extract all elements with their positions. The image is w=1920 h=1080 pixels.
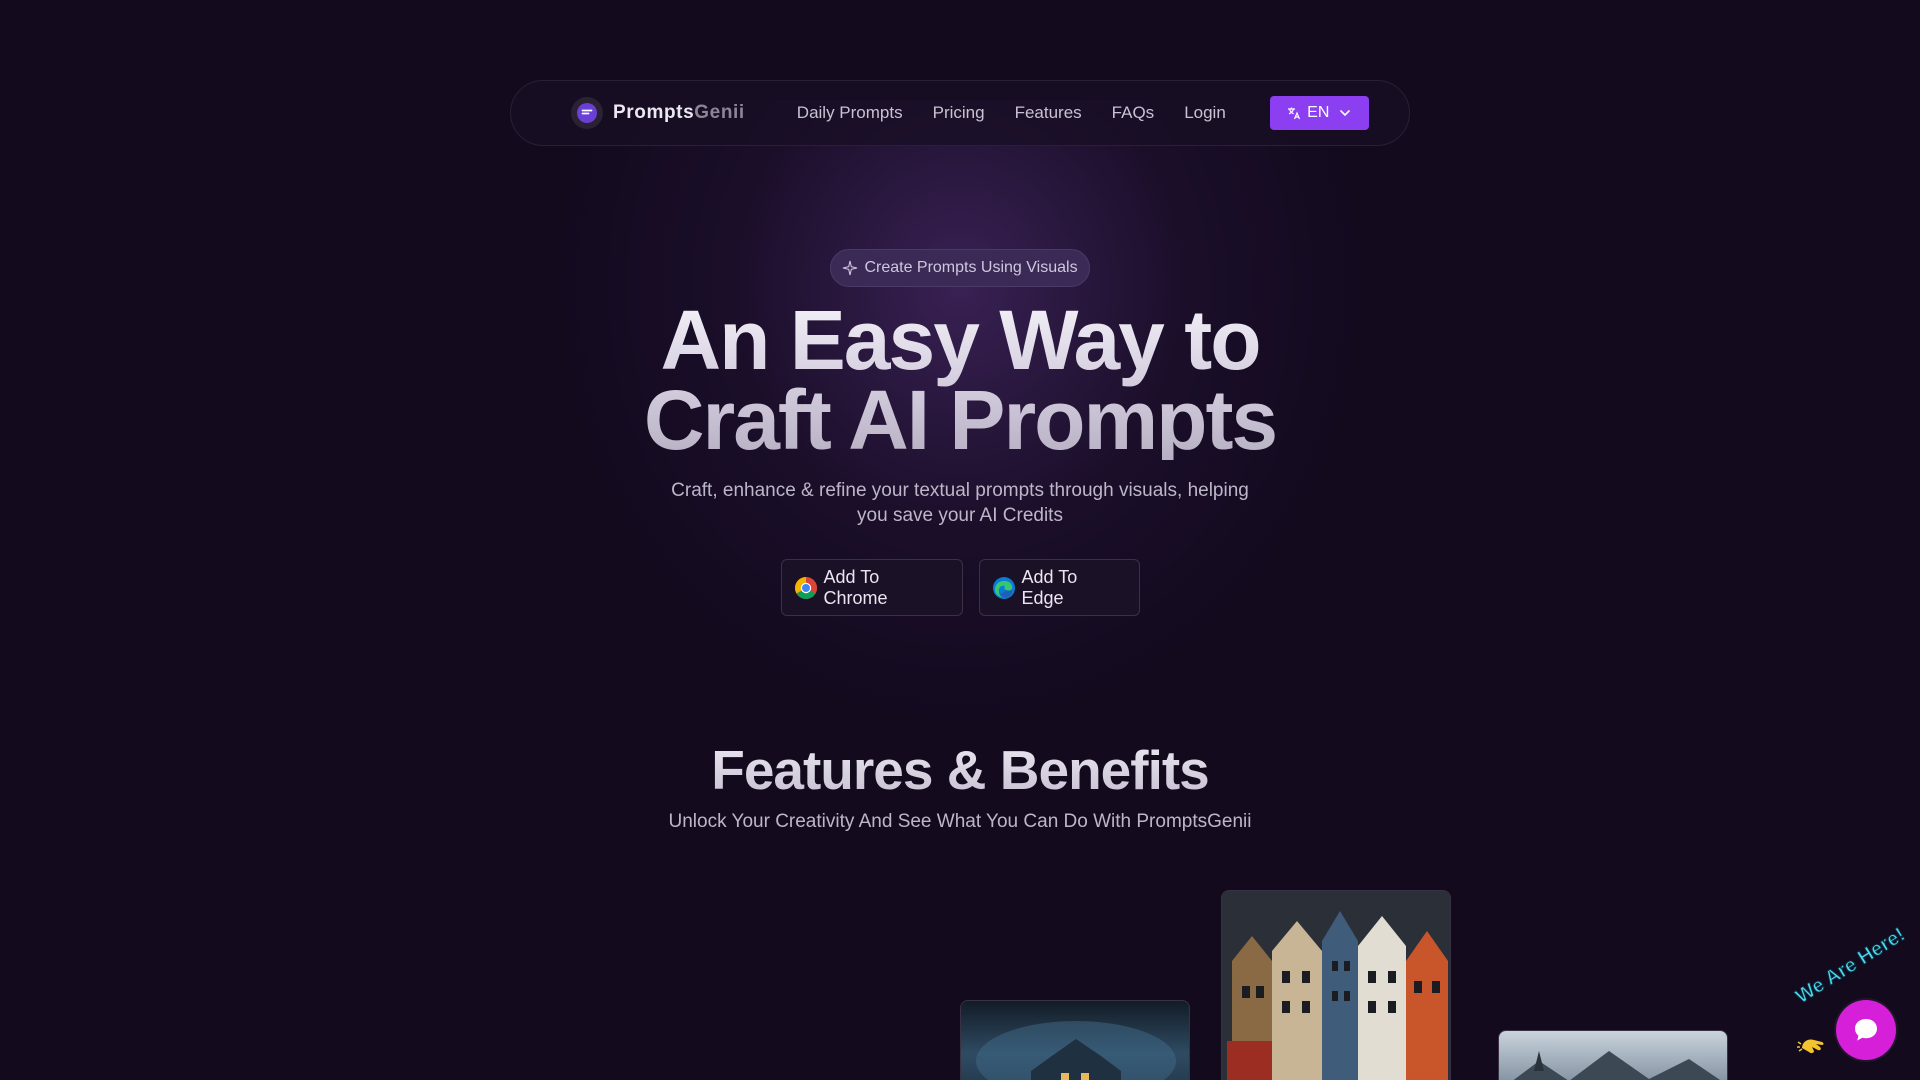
add-to-edge-label: Add To Edge — [1021, 566, 1078, 608]
features-title: Features & Benefits — [560, 738, 1360, 802]
hero-title-line2: Craft AI Prompts — [643, 373, 1277, 467]
features-subtitle: Unlock Your Creativity And See What You … — [668, 811, 1252, 832]
feature-image-card-buildings[interactable] — [1221, 890, 1451, 1080]
hero-subtitle-line2: you save your AI Credits — [857, 505, 1063, 526]
add-to-edge-button[interactable]: Add To Edge — [978, 559, 1140, 616]
chat-tagline: We Are Here! — [1791, 923, 1910, 1009]
edge-icon — [992, 576, 1016, 600]
translate-icon — [1287, 106, 1301, 120]
brand-name-part2: Genii — [694, 102, 745, 123]
hero-badge: Create Prompts Using Visuals — [830, 249, 1090, 287]
landscape-illustration — [1513, 1051, 1721, 1080]
chat-bubble-icon — [571, 97, 603, 129]
hero-subtitle: Craft, enhance & refine your textual pro… — [560, 478, 1360, 528]
feature-image-card-landscape[interactable] — [1498, 1030, 1728, 1080]
sparkle-icon — [842, 260, 858, 276]
feature-image-card-house[interactable] — [960, 1000, 1190, 1080]
nav-links: Daily Prompts Pricing Features FAQs Logi… — [797, 103, 1256, 123]
page: PromptsGenii Daily Prompts Pricing Featu… — [0, 0, 1920, 1080]
brand-logo-link[interactable]: PromptsGenii — [571, 97, 745, 129]
nav-link-features[interactable]: Features — [1015, 103, 1082, 123]
navbar: PromptsGenii Daily Prompts Pricing Featu… — [510, 80, 1410, 146]
hero-subtitle-line1: Craft, enhance & refine your textual pro… — [671, 480, 1249, 501]
nav-link-login[interactable]: Login — [1184, 103, 1226, 123]
chrome-icon — [794, 576, 818, 600]
brand-name: PromptsGenii — [613, 102, 745, 124]
nav-link-faqs[interactable]: FAQs — [1112, 103, 1155, 123]
house-illustration — [976, 1021, 1176, 1080]
nav-link-daily-prompts[interactable]: Daily Prompts — [797, 103, 903, 123]
language-label: EN — [1307, 104, 1330, 121]
hero-badge-label: Create Prompts Using Visuals — [864, 259, 1078, 276]
nav-link-pricing[interactable]: Pricing — [933, 103, 985, 123]
cta-row: Add To Chrome Add To Edge — [0, 559, 1920, 616]
hero-title: An Easy Way to Craft AI Prompts — [460, 300, 1460, 460]
brand-name-part1: Prompts — [613, 102, 695, 123]
waving-hand-icon — [1796, 1032, 1826, 1054]
add-to-chrome-label: Add To Chrome — [823, 566, 888, 608]
language-select-button[interactable]: EN — [1269, 96, 1369, 130]
add-to-chrome-button[interactable]: Add To Chrome — [780, 559, 963, 616]
chat-icon — [1851, 1015, 1881, 1045]
chevron-down-icon — [1339, 109, 1351, 117]
chat-widget-button[interactable] — [1836, 1000, 1896, 1060]
buildings-illustration — [1222, 891, 1450, 1080]
